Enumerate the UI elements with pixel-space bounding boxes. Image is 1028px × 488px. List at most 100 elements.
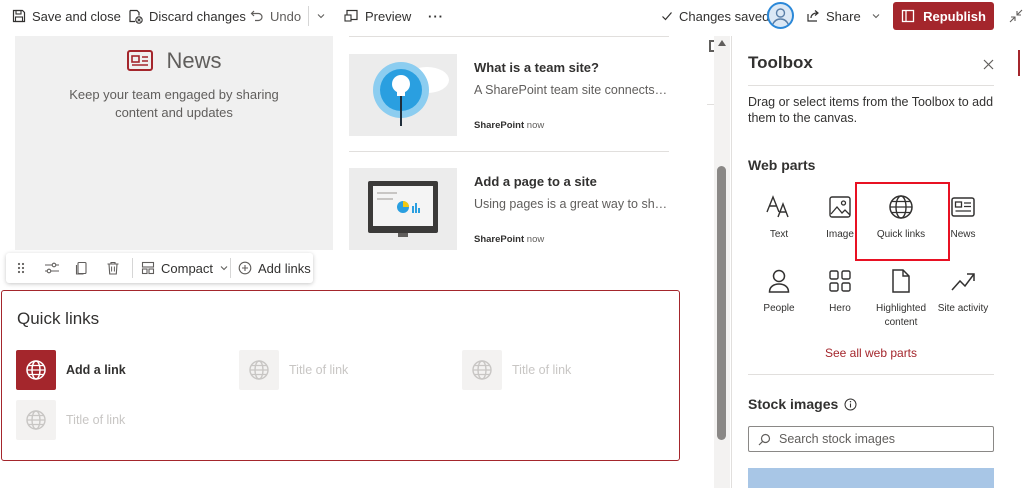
stock-image-thumbnail[interactable] bbox=[748, 468, 994, 488]
webpart-label: Site activity bbox=[937, 303, 989, 314]
webpart-people[interactable]: People bbox=[747, 264, 811, 316]
article-source: SharePoint now bbox=[474, 120, 544, 131]
chevron-down-icon bbox=[220, 266, 228, 271]
save-icon bbox=[12, 9, 26, 23]
delete-button[interactable] bbox=[106, 258, 120, 278]
divider bbox=[748, 85, 994, 86]
collapse-button[interactable] bbox=[1008, 8, 1024, 24]
image-icon bbox=[829, 196, 851, 218]
article-time: now bbox=[526, 120, 545, 131]
add-link-item[interactable]: Add a link bbox=[16, 350, 126, 390]
quick-links-webpart[interactable]: Quick links Add a link Title of link Tit… bbox=[1, 290, 680, 461]
hero-icon bbox=[829, 270, 851, 292]
layout-label: Compact bbox=[161, 260, 214, 276]
drag-handle[interactable] bbox=[16, 258, 26, 278]
placeholder-link-tile bbox=[462, 350, 502, 390]
toolbox-panel: Toolbox Drag or select items from the To… bbox=[731, 36, 1009, 488]
search-placeholder: Search stock images bbox=[779, 432, 896, 446]
stock-images-search-input[interactable]: Search stock images bbox=[748, 426, 994, 452]
republish-label: Republish bbox=[923, 8, 986, 24]
add-link-tile bbox=[16, 350, 56, 390]
news-article[interactable]: What is a team site? A SharePoint team s… bbox=[349, 54, 669, 136]
lightbulb-illustration-icon bbox=[349, 54, 457, 136]
undo-dropdown-button[interactable] bbox=[316, 6, 326, 26]
webpart-highlighted-content[interactable]: Highlighted content bbox=[869, 264, 933, 330]
rail-indicator bbox=[1018, 50, 1020, 76]
news-icon bbox=[951, 197, 975, 217]
webpart-hero[interactable]: Hero bbox=[808, 264, 872, 316]
see-all-web-parts-link[interactable]: See all web parts bbox=[732, 346, 1010, 360]
edit-properties-button[interactable] bbox=[44, 258, 60, 278]
publish-icon bbox=[901, 9, 915, 23]
article-title: Add a page to a site bbox=[474, 174, 597, 189]
article-description: Using pages is a great way to share... bbox=[474, 197, 669, 211]
placeholder-link-label: Title of link bbox=[66, 413, 126, 427]
chevron-down-icon bbox=[872, 14, 880, 19]
divider bbox=[707, 104, 714, 105]
divider bbox=[748, 374, 994, 375]
share-icon bbox=[807, 10, 819, 22]
add-link-label: Add a link bbox=[66, 363, 126, 377]
trend-icon bbox=[951, 273, 975, 291]
drag-handle-icon bbox=[17, 262, 25, 274]
chevron-down-icon bbox=[317, 14, 325, 19]
republish-button[interactable]: Republish bbox=[893, 2, 994, 30]
placeholder-link-tile bbox=[239, 350, 279, 390]
more-options-button[interactable]: ··· bbox=[428, 6, 444, 26]
toolbox-description: Drag or select items from the Toolbox to… bbox=[748, 95, 994, 125]
undo-button[interactable]: Undo bbox=[250, 6, 301, 26]
search-icon bbox=[758, 433, 771, 445]
discard-changes-button[interactable]: Discard changes bbox=[128, 6, 246, 26]
toolbar-divider bbox=[132, 258, 133, 278]
save-and-close-label: Save and close bbox=[32, 8, 121, 24]
discard-icon bbox=[129, 9, 143, 24]
article-title: What is a team site? bbox=[474, 60, 599, 75]
news-placeholder-panel: News Keep your team engaged by sharing c… bbox=[15, 36, 333, 250]
webpart-label: Highlighted content bbox=[875, 303, 927, 328]
news-icon bbox=[127, 50, 154, 71]
news-article[interactable]: Add a page to a site Using pages is a gr… bbox=[349, 168, 669, 250]
undo-label: Undo bbox=[270, 8, 302, 24]
close-toolbox-button[interactable] bbox=[978, 54, 998, 74]
info-icon[interactable] bbox=[844, 398, 857, 411]
news-description: Keep your team engaged by sharing conten… bbox=[69, 87, 279, 120]
changes-saved-status: Changes saved bbox=[661, 6, 769, 26]
stock-images-heading: Stock images bbox=[748, 396, 839, 412]
globe-icon bbox=[249, 360, 269, 380]
placeholder-link-label: Title of link bbox=[289, 363, 349, 377]
article-time: now bbox=[526, 234, 545, 245]
caret-up-icon bbox=[718, 40, 726, 46]
duplicate-button[interactable] bbox=[75, 258, 89, 278]
right-rail bbox=[1010, 36, 1028, 488]
share-button[interactable]: Share bbox=[806, 6, 881, 26]
placeholder-link[interactable]: Title of link bbox=[239, 350, 348, 390]
discard-changes-label: Discard changes bbox=[149, 8, 246, 24]
document-icon bbox=[892, 269, 910, 293]
add-links-button[interactable]: Add links bbox=[238, 258, 311, 278]
person-icon bbox=[768, 269, 790, 293]
quick-links-title[interactable]: Quick links bbox=[17, 309, 99, 329]
article-description: A SharePoint team site connects yo... bbox=[474, 83, 669, 97]
more-label: ··· bbox=[428, 8, 444, 24]
layout-dropdown[interactable]: Compact bbox=[141, 258, 229, 278]
scrollbar-thumb[interactable] bbox=[717, 166, 726, 440]
highlight-box bbox=[855, 182, 950, 261]
webpart-label: People bbox=[763, 303, 795, 314]
avatar[interactable] bbox=[767, 2, 794, 29]
save-and-close-button[interactable]: Save and close bbox=[12, 6, 121, 26]
divider bbox=[349, 151, 669, 152]
add-circle-icon bbox=[238, 261, 252, 275]
webpart-label: Hero bbox=[829, 303, 851, 314]
webpart-site-activity[interactable]: Site activity bbox=[931, 264, 995, 316]
placeholder-link[interactable]: Title of link bbox=[462, 350, 571, 390]
placeholder-link-label: Title of link bbox=[512, 363, 572, 377]
scroll-up-arrow[interactable] bbox=[718, 40, 726, 46]
copy-icon bbox=[75, 261, 87, 275]
toolbar-divider bbox=[230, 258, 231, 278]
placeholder-link[interactable]: Title of link bbox=[16, 400, 125, 440]
user-avatar-icon bbox=[771, 8, 790, 26]
preview-button[interactable]: Preview bbox=[344, 6, 411, 26]
webpart-text[interactable]: Text bbox=[747, 190, 811, 242]
toolbox-title: Toolbox bbox=[748, 53, 813, 72]
undo-icon bbox=[250, 10, 263, 22]
